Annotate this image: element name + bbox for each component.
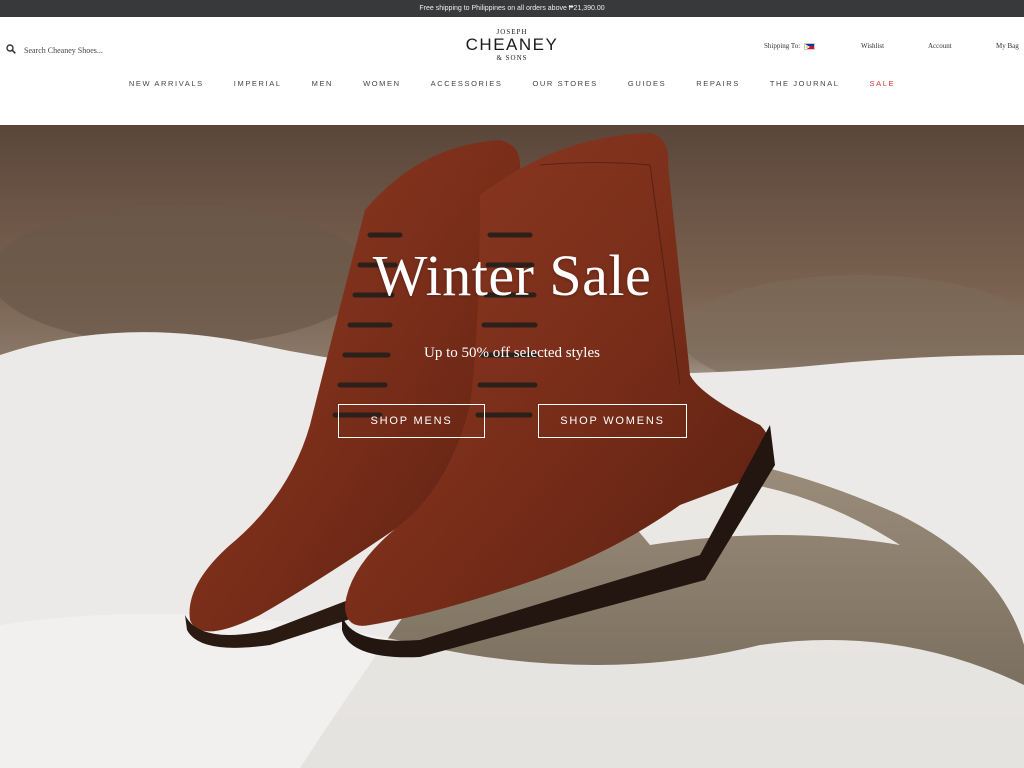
nav-men[interactable]: MEN <box>312 79 333 88</box>
shipping-selector[interactable]: Shipping To: <box>764 42 816 50</box>
hero-subtitle: Up to 50% off selected styles <box>424 345 600 361</box>
shop-mens-button[interactable]: SHOP MENS <box>338 404 485 438</box>
nav-the-journal[interactable]: THE JOURNAL <box>770 79 840 88</box>
nav-guides[interactable]: GUIDES <box>628 79 666 88</box>
nav-repairs[interactable]: REPAIRS <box>696 79 740 88</box>
hero-image <box>0 133 1024 768</box>
nav-our-stores[interactable]: OUR STORES <box>532 79 597 88</box>
site-header: JOSEPH CHEANEY & SONS Shipping To: Wishl… <box>0 17 1024 125</box>
nav-sale[interactable]: SALE <box>870 79 896 88</box>
philippines-flag-icon <box>804 42 816 50</box>
nav-new-arrivals[interactable]: NEW ARRIVALS <box>129 79 204 88</box>
shipping-label: Shipping To: <box>764 42 801 50</box>
nav-imperial[interactable]: IMPERIAL <box>234 79 282 88</box>
hero-banner: Winter Sale Up to 50% off selected style… <box>0 125 1024 768</box>
account-link[interactable]: Account <box>928 42 952 50</box>
announcement-text: Free shipping to Philippines on all orde… <box>419 5 605 12</box>
nav-women[interactable]: WOMEN <box>363 79 401 88</box>
hero-title: Winter Sale <box>372 243 652 308</box>
announcement-bar: Free shipping to Philippines on all orde… <box>0 0 1024 17</box>
main-nav: NEW ARRIVALS IMPERIAL MEN WOMEN ACCESSOR… <box>0 79 1024 88</box>
wishlist-link[interactable]: Wishlist <box>861 42 884 50</box>
my-bag-link[interactable]: My Bag <box>996 42 1019 50</box>
nav-accessories[interactable]: ACCESSORIES <box>431 79 503 88</box>
shop-womens-button[interactable]: SHOP WOMENS <box>538 404 687 438</box>
logo-bottom-text: & SONS <box>496 54 528 62</box>
